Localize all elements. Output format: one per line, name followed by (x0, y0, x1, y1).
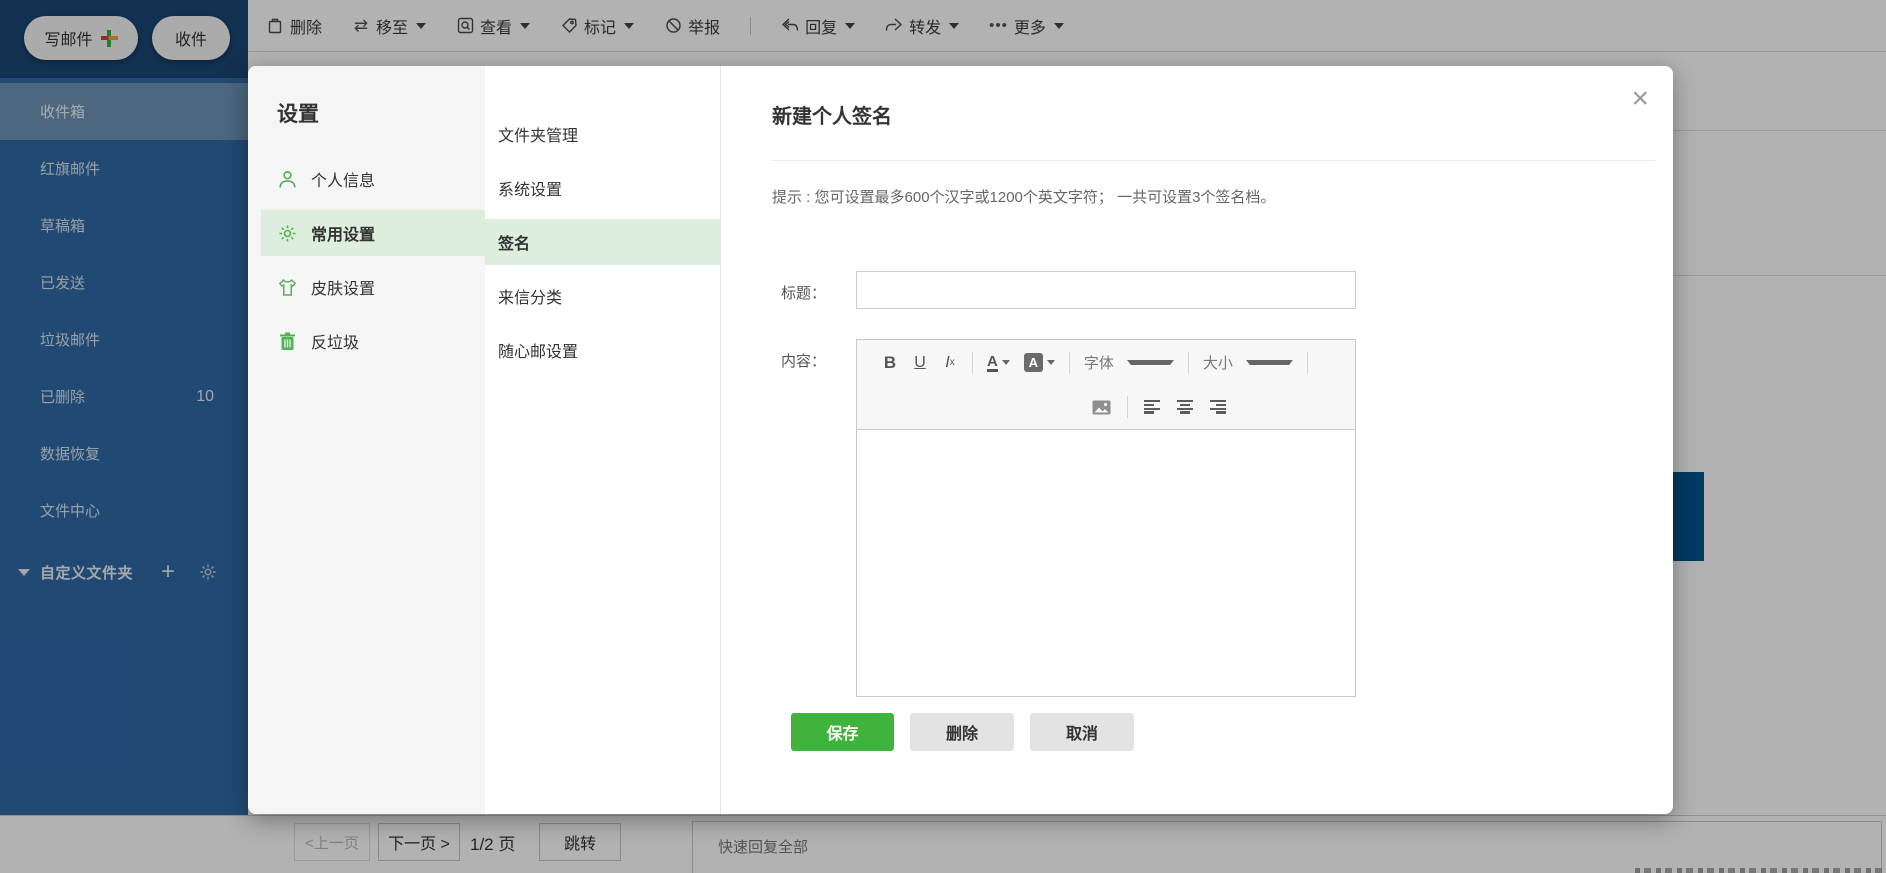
align-right-button[interactable] (1210, 400, 1227, 414)
close-icon[interactable]: × (1631, 84, 1649, 114)
signature-content-area[interactable] (857, 430, 1355, 696)
nav-item-personal-info[interactable]: 个人信息 (261, 156, 485, 202)
underline-button[interactable]: U (912, 354, 928, 372)
subnav-item-mail-classification[interactable]: 来信分类 (485, 273, 720, 319)
chevron-down-icon (1126, 360, 1174, 365)
save-button[interactable]: 保存 (791, 713, 894, 751)
editor-toolbar: B U Ix A A 字体 大小 (857, 340, 1355, 430)
highlight-color-icon: A (1023, 353, 1043, 372)
font-size-value: 大小 (1202, 355, 1233, 372)
shirt-icon (277, 277, 298, 298)
nav-label: 常用设置 (311, 227, 376, 244)
align-center-button[interactable] (1177, 400, 1194, 414)
bold-button[interactable]: B (882, 353, 898, 373)
cancel-button[interactable]: 取消 (1030, 713, 1134, 751)
signature-title-input[interactable] (856, 271, 1356, 309)
font-color-button[interactable]: A (987, 354, 1010, 372)
nav-item-common-settings[interactable]: 常用设置 (261, 210, 485, 256)
chevron-down-icon (1001, 360, 1010, 365)
editor-divider (972, 351, 973, 374)
trash-green-icon (277, 331, 298, 352)
clear-format-button[interactable]: Ix (942, 354, 958, 372)
user-icon (277, 169, 298, 190)
signature-hint: 提示 : 您可设置最多600个汉字或1200个英文字符； 一共可设置3个签名档。 (772, 189, 1276, 206)
title-label: 标题： (781, 285, 827, 302)
editor-divider (1068, 351, 1070, 374)
font-color-icon: A (987, 352, 998, 372)
panel-title: 新建个人签名 (772, 106, 892, 128)
nav-label: 皮肤设置 (311, 281, 376, 298)
chevron-down-icon (1046, 360, 1055, 365)
signature-panel: × 新建个人签名 提示 : 您可设置最多600个汉字或1200个英文字符； 一共… (721, 66, 1673, 814)
font-family-select[interactable]: 字体 (1084, 352, 1174, 373)
subnav-item-signature[interactable]: 签名 (485, 219, 720, 265)
settings-subnav-column: 文件夹管理 系统设置 签名 来信分类 随心邮设置 (485, 66, 721, 814)
nav-label: 反垃圾 (311, 335, 360, 352)
nav-item-skin-settings[interactable]: 皮肤设置 (261, 264, 485, 310)
editor-divider (1306, 351, 1308, 374)
font-size-select[interactable]: 大小 (1203, 352, 1293, 373)
subnav-item-folder-management[interactable]: 文件夹管理 (485, 111, 720, 157)
insert-image-button[interactable] (1092, 400, 1111, 415)
font-family-value: 字体 (1083, 355, 1114, 372)
align-left-button[interactable] (1144, 400, 1161, 414)
nav-label: 个人信息 (311, 173, 376, 190)
content-label: 内容： (781, 353, 827, 370)
rich-text-editor: B U Ix A A 字体 大小 (856, 339, 1356, 697)
nav-item-anti-spam[interactable]: 反垃圾 (261, 318, 485, 364)
settings-modal: 设置 个人信息 常用设置 皮肤设置 反垃圾 文件夹管理 系统设置 签名 来信分类… (248, 66, 1673, 814)
editor-divider (1127, 396, 1128, 418)
subnav-item-system-settings[interactable]: 系统设置 (485, 165, 720, 211)
highlight-color-button[interactable]: A (1023, 353, 1055, 372)
chevron-down-icon (1245, 360, 1293, 365)
gear-icon (277, 223, 298, 244)
editor-divider (1187, 351, 1189, 374)
settings-title: 设置 (277, 103, 319, 126)
settings-nav-column: 设置 个人信息 常用设置 皮肤设置 反垃圾 (248, 66, 485, 814)
panel-divider (772, 160, 1655, 161)
subnav-item-suixin-mail[interactable]: 随心邮设置 (485, 327, 720, 373)
delete-signature-button[interactable]: 删除 (910, 713, 1014, 751)
